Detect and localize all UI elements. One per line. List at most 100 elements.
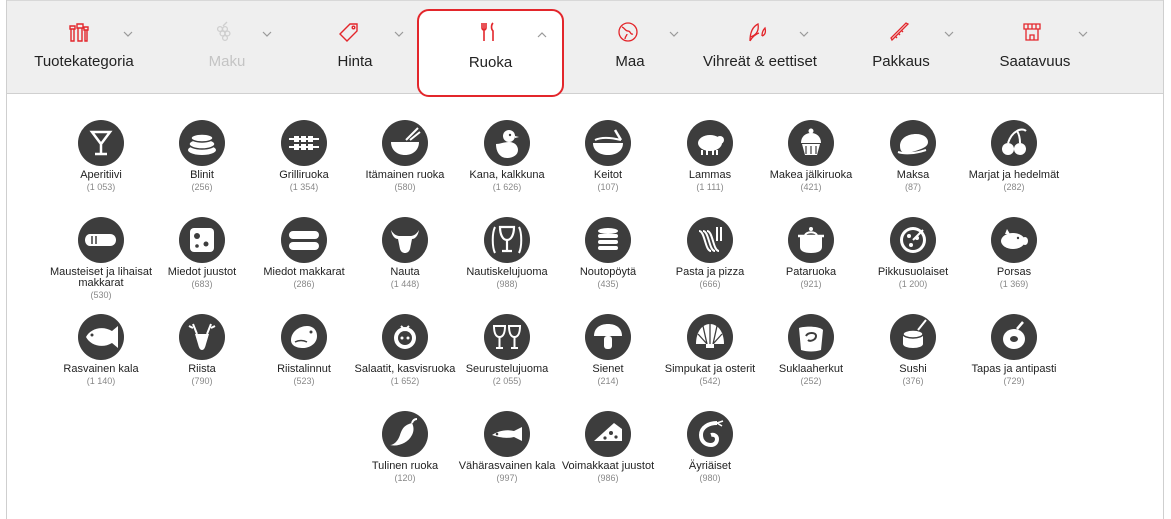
food-filter-item[interactable]: Pataruoka (921): [756, 217, 866, 289]
food-item-label: Porsas: [996, 266, 1032, 278]
food-item-count: (120): [394, 473, 416, 483]
food-item-count: (666): [699, 279, 721, 289]
food-item-count: (256): [191, 182, 213, 192]
food-item-label: Lammas: [688, 169, 732, 181]
food-filter-item[interactable]: Miedot makkarat (286): [249, 217, 359, 289]
food-filter-item[interactable]: Aperitiivi (1 053): [46, 120, 156, 192]
food-filter-item[interactable]: Simpukat ja osterit (542): [655, 314, 765, 386]
cherries-icon: [991, 120, 1037, 166]
food-item-count: (523): [293, 376, 315, 386]
olive-icon: [991, 314, 1037, 360]
food-item-label: Keitot: [593, 169, 623, 181]
food-item-count: (1 200): [898, 279, 928, 289]
cow-icon: [382, 217, 428, 263]
food-item-label: Rasvainen kala: [63, 363, 139, 375]
food-filter-item[interactable]: Tapas ja antipasti (729): [959, 314, 1069, 386]
food-filter-item[interactable]: Tulinen ruoka (120): [350, 411, 460, 483]
food-item-label: Voimakkaat juustot: [561, 460, 655, 472]
food-item-label: Sushi: [899, 363, 927, 375]
grill-skewers-icon: [281, 120, 327, 166]
food-filter-item[interactable]: Grilliruoka (1 354): [249, 120, 359, 192]
food-filter-item[interactable]: Marjat ja hedelmät (282): [959, 120, 1069, 192]
food-filter-item[interactable]: Riista (790): [147, 314, 257, 386]
food-item-label: Aperitiivi: [80, 169, 122, 181]
food-item-count: (435): [597, 279, 619, 289]
food-item-count: (997): [496, 473, 518, 483]
food-filter-item[interactable]: Voimakkaat juustot (986): [553, 411, 663, 483]
food-item-count: (107): [597, 182, 619, 192]
pot-icon: [788, 217, 834, 263]
food-item-label: Nauta: [390, 266, 420, 278]
food-item-label: Makea jälkiruoka: [769, 169, 853, 181]
food-filter-item[interactable]: Pikkusuolaiset (1 200): [858, 217, 968, 289]
food-filter-item[interactable]: Nauta (1 448): [350, 217, 460, 289]
food-filter-item[interactable]: Keitot (107): [553, 120, 663, 192]
food-item-label: Seurustelujuoma: [465, 363, 549, 375]
buffet-plates-icon: [585, 217, 631, 263]
food-filter-item[interactable]: Maksa (87): [858, 120, 968, 192]
food-filter-item[interactable]: Rasvainen kala (1 140): [46, 314, 156, 386]
food-item-count: (986): [597, 473, 619, 483]
food-item-label: Itämainen ruoka: [365, 169, 445, 181]
food-filter-item[interactable]: Sienet (214): [553, 314, 663, 386]
pasta-fork-icon: [687, 217, 733, 263]
sushi-icon: [890, 314, 936, 360]
food-item-count: (1 053): [86, 182, 116, 192]
food-filter-item[interactable]: Pasta ja pizza (666): [655, 217, 765, 289]
food-filter-item[interactable]: Itämainen ruoka (580): [350, 120, 460, 192]
food-item-count: (252): [800, 376, 822, 386]
food-item-count: (542): [699, 376, 721, 386]
soup-bowl-icon: [585, 120, 631, 166]
food-filter-item[interactable]: Nautiskelujuoma (988): [452, 217, 562, 289]
cocktail-glass-icon: [78, 120, 124, 166]
food-item-count: (1 626): [492, 182, 522, 192]
food-item-count: (921): [800, 279, 822, 289]
food-item-count: (421): [800, 182, 822, 192]
chocolate-icon: [788, 314, 834, 360]
food-item-label: Riistalinnut: [277, 363, 331, 375]
food-filter-item[interactable]: Porsas (1 369): [959, 217, 1069, 289]
food-filter-item[interactable]: Seurustelujuoma (2 055): [452, 314, 562, 386]
food-item-label: Grilliruoka: [279, 169, 329, 181]
food-filter-item[interactable]: Blinit (256): [147, 120, 257, 192]
food-filter-item[interactable]: Makea jälkiruoka (421): [756, 120, 866, 192]
blini-stack-icon: [179, 120, 225, 166]
food-item-count: (790): [191, 376, 213, 386]
mushroom-icon: [585, 314, 631, 360]
food-filter-item[interactable]: Miedot juustot (683): [147, 217, 257, 289]
food-filter-item[interactable]: Äyriäiset (980): [655, 411, 765, 483]
food-item-label: Pasta ja pizza: [675, 266, 745, 278]
food-item-count: (1 354): [289, 182, 319, 192]
food-filter-item[interactable]: Lammas (1 111): [655, 120, 765, 192]
food-item-label: Maksa: [896, 169, 930, 181]
food-item-label: Riista: [188, 363, 216, 375]
food-item-label: Pikkusuolaiset: [877, 266, 949, 278]
food-filter-item[interactable]: Noutopöytä (435): [553, 217, 663, 289]
food-item-label: Miedot makkarat: [263, 266, 345, 278]
food-filter-item[interactable]: Riistalinnut (523): [249, 314, 359, 386]
food-item-label: Nautiskelujuoma: [466, 266, 548, 278]
food-item-count: (282): [1003, 182, 1025, 192]
lean-fish-icon: [484, 411, 530, 457]
food-item-label: Mausteiset ja lihaisat makkarat: [49, 266, 153, 289]
shrimp-icon: [687, 411, 733, 457]
food-item-label: Äyriäiset: [688, 460, 732, 472]
food-item-label: Vähärasvainen kala: [458, 460, 556, 472]
food-item-label: Suklaaherkut: [778, 363, 844, 375]
food-item-label: Blinit: [190, 169, 214, 181]
food-filter-item[interactable]: Kana, kalkkuna (1 626): [452, 120, 562, 192]
food-filter-item[interactable]: Mausteiset ja lihaisat makkarat (530): [46, 217, 156, 300]
food-item-count: (729): [1003, 376, 1025, 386]
fatty-fish-icon: [78, 314, 124, 360]
food-item-count: (376): [902, 376, 924, 386]
food-filter-item[interactable]: Suklaaherkut (252): [756, 314, 866, 386]
food-item-label: Tulinen ruoka: [371, 460, 439, 472]
food-item-label: Pataruoka: [785, 266, 837, 278]
food-item-label: Marjat ja hedelmät: [968, 169, 1060, 181]
food-filter-item[interactable]: Sushi (376): [858, 314, 968, 386]
food-filter-item[interactable]: Salaatit, kasvisruoka (1 652): [350, 314, 460, 386]
strong-cheese-icon: [585, 411, 631, 457]
food-filter-item[interactable]: Vähärasvainen kala (997): [452, 411, 562, 483]
food-item-count: (1 448): [390, 279, 420, 289]
food-item-label: Salaatit, kasvisruoka: [354, 363, 456, 375]
